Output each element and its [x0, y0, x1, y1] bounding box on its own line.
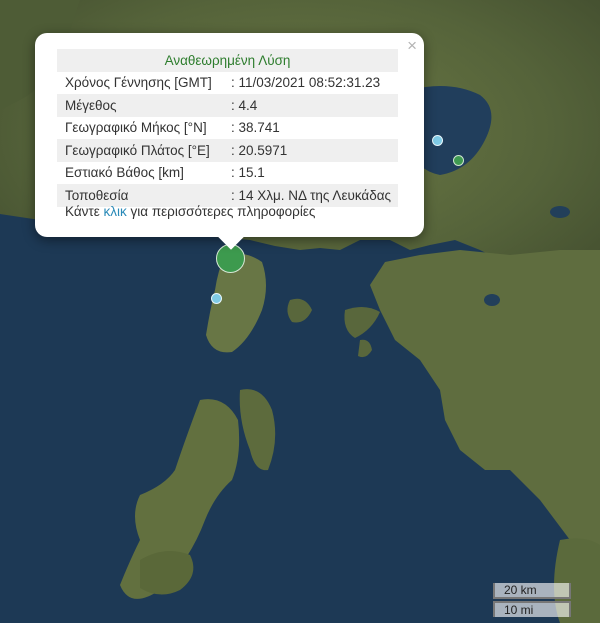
map-view[interactable]: × Αναθεωρημένη Λύση Χρόνος Γέννησης [GMT…	[0, 0, 600, 623]
more-info-text: Κάντε κλικ για περισσότερες πληροφορίες	[65, 204, 315, 219]
table-row: Μέγεθος : 4.4	[57, 94, 398, 117]
earthquake-details-table: Αναθεωρημένη Λύση Χρόνος Γέννησης [GMT] …	[57, 49, 398, 207]
earthquake-marker[interactable]	[453, 155, 464, 166]
row-value: : 11/03/2021 08:52:31.23	[231, 75, 381, 91]
close-icon[interactable]: ×	[407, 37, 417, 55]
row-label: Εστιακό Βάθος [km]	[65, 165, 184, 181]
scale-bar-km: 20 km	[493, 583, 571, 599]
earthquake-info-popup: × Αναθεωρημένη Λύση Χρόνος Γέννησης [GMT…	[35, 33, 424, 250]
row-value: : 15.1	[231, 165, 265, 181]
row-label: Μέγεθος	[57, 94, 223, 117]
earthquake-marker[interactable]	[211, 293, 222, 304]
row-value: : 38.741	[231, 120, 280, 136]
row-label: Γεωγραφικό Πλάτος [°E]	[57, 139, 223, 162]
popup-title: Αναθεωρημένη Λύση	[57, 49, 398, 72]
popup-title-row: Αναθεωρημένη Λύση	[57, 49, 398, 72]
row-value: : 20.5971	[223, 139, 398, 162]
table-row: Χρόνος Γέννησης [GMT] : 11/03/2021 08:52…	[57, 72, 398, 95]
row-value: : 4.4	[223, 94, 398, 117]
lake	[484, 294, 500, 306]
more-info-prefix: Κάντε	[65, 204, 100, 219]
table-row: Γεωγραφικό Πλάτος [°E] : 20.5971	[57, 139, 398, 162]
earthquake-marker[interactable]	[432, 135, 443, 146]
scale-bar-mi: 10 mi	[493, 601, 571, 617]
row-label: Χρόνος Γέννησης [GMT]	[65, 75, 212, 91]
more-info-link[interactable]: κλικ	[104, 204, 127, 219]
table-row: Εστιακό Βάθος [km] : 15.1	[57, 162, 398, 185]
row-label: Γεωγραφικό Μήκος [°N]	[65, 120, 207, 136]
lake-2	[550, 206, 570, 218]
more-info-suffix: για περισσότερες πληροφορίες	[130, 204, 316, 219]
table-row: Γεωγραφικό Μήκος [°N] : 38.741	[57, 117, 398, 140]
